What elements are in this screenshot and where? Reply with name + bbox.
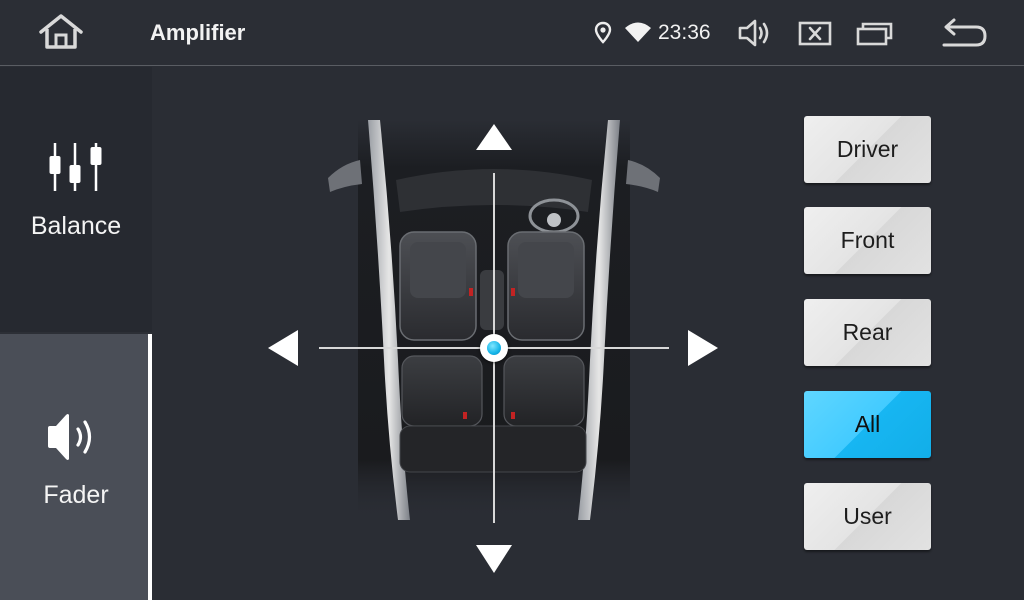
arrow-up-button[interactable] — [474, 122, 514, 152]
back-icon — [942, 18, 987, 47]
equalizer-sliders-icon — [49, 143, 102, 191]
tab-fader-label: Fader — [43, 481, 109, 509]
sidebar: Balance Fader — [0, 67, 152, 600]
sound-focus-handle[interactable] — [480, 334, 508, 362]
close-app-button[interactable] — [794, 14, 836, 52]
close-icon — [798, 21, 832, 46]
location-icon — [594, 21, 612, 44]
recent-apps-button[interactable] — [852, 14, 896, 52]
wifi-icon — [625, 22, 651, 42]
preset-all-button[interactable]: All — [804, 391, 931, 458]
arrow-right-button[interactable] — [686, 328, 720, 368]
status-bar: Amplifier 23:36 — [0, 0, 1024, 66]
preset-user-button[interactable]: User — [804, 483, 931, 550]
home-icon — [39, 14, 83, 49]
preset-front-button[interactable]: Front — [804, 207, 931, 274]
recent-apps-icon — [856, 22, 893, 46]
volume-button[interactable] — [734, 14, 776, 52]
wifi-status — [624, 20, 652, 44]
preset-rear-button[interactable]: Rear — [804, 299, 931, 366]
back-button[interactable] — [936, 12, 992, 54]
clock: 23:36 — [658, 21, 711, 44]
speaker-icon — [48, 414, 92, 460]
home-button[interactable] — [36, 13, 86, 51]
tab-fader[interactable]: Fader — [0, 334, 152, 600]
arrow-down-button[interactable] — [474, 543, 514, 575]
volume-icon — [738, 19, 769, 47]
arrow-left-button[interactable] — [266, 328, 300, 368]
location-status — [592, 21, 614, 45]
page-title: Amplifier — [150, 20, 246, 45]
tab-balance-label: Balance — [30, 212, 122, 240]
tab-balance[interactable]: Balance — [0, 67, 152, 332]
preset-driver-button[interactable]: Driver — [804, 116, 931, 183]
